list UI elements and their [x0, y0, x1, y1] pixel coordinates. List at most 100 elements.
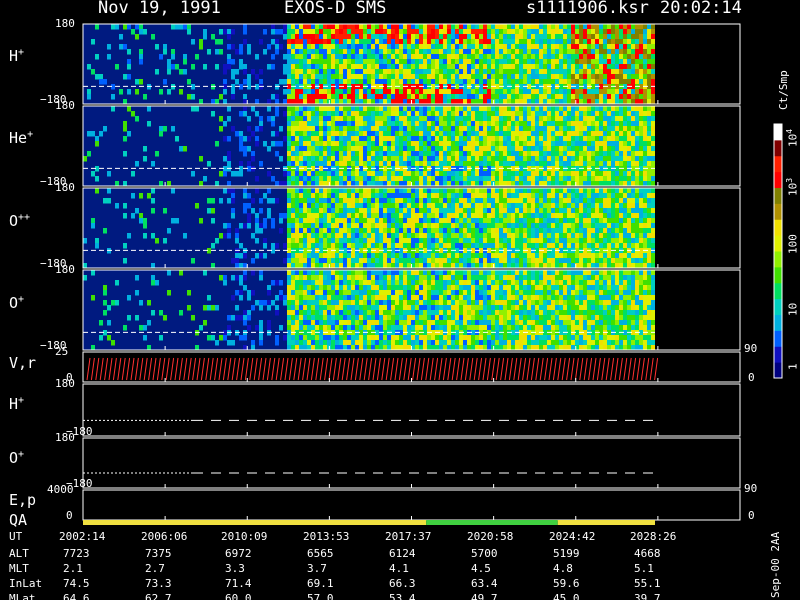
heat-cell [415, 106, 419, 112]
heat-cell [431, 156, 435, 162]
heat-cell [343, 54, 347, 60]
heat-cell [391, 193, 395, 199]
heat-cell [491, 94, 495, 100]
heat-cell [479, 94, 483, 100]
heat-cell [503, 136, 507, 142]
heat-cell [331, 89, 335, 95]
heat-cell [587, 64, 591, 70]
heat-cell [631, 59, 635, 65]
heat-cell [579, 111, 583, 117]
heat-cell [347, 208, 351, 214]
heat-cell [247, 44, 251, 50]
heat-cell [607, 171, 611, 177]
heat-cell [375, 64, 379, 70]
heat-cell [639, 171, 643, 177]
heat-cell [327, 208, 331, 214]
heat-cell [335, 29, 339, 35]
heat-cell [327, 136, 331, 142]
heat-cell [299, 208, 303, 214]
heat-cell [159, 131, 163, 137]
heat-cell [403, 223, 407, 229]
heat-cell [611, 74, 615, 80]
heat-cell [323, 49, 327, 55]
heat-cell [567, 171, 571, 177]
heat-cell [551, 136, 555, 142]
heat-cell [463, 79, 467, 85]
heat-cell [383, 146, 387, 152]
heat-cell [619, 94, 623, 100]
heat-cell [335, 126, 339, 132]
heat-cell [407, 24, 411, 30]
heat-cell [599, 39, 603, 45]
heat-cell [163, 208, 167, 214]
heat-cell [311, 136, 315, 142]
heat-cell [651, 228, 655, 234]
heat-cell [507, 208, 511, 214]
heat-cell [483, 208, 487, 214]
heat-cell [519, 136, 523, 142]
heat-cell [211, 34, 215, 40]
heat-cell [591, 171, 595, 177]
heat-cell [415, 176, 419, 182]
heat-cell [639, 176, 643, 182]
heat-cell [487, 89, 491, 95]
heat-cell [555, 161, 559, 167]
heat-cell [631, 24, 635, 30]
heat-cell [435, 24, 439, 30]
plot-window: Nov 19, 1991 EXOS-D SMS s1111906.ksr 20:… [0, 0, 800, 600]
heat-cell [539, 238, 543, 244]
heat-cell [443, 89, 447, 95]
heat-cell [243, 253, 247, 259]
heat-cell [471, 141, 475, 147]
heat-cell [395, 141, 399, 147]
heat-cell [419, 228, 423, 234]
heat-cell [407, 126, 411, 132]
heat-cell [627, 223, 631, 229]
heat-cell [439, 79, 443, 85]
heat-cell [255, 54, 259, 60]
heat-cell [283, 89, 287, 95]
heat-cell [343, 243, 347, 249]
heat-cell [623, 136, 627, 142]
heat-cell [511, 161, 515, 167]
heat-cell [543, 49, 547, 55]
heat-cell [303, 233, 307, 239]
heat-cell [515, 141, 519, 147]
heat-cell [651, 34, 655, 40]
heat-cell [191, 39, 195, 45]
heat-cell [467, 228, 471, 234]
heat-cell [375, 79, 379, 85]
heat-cell [355, 121, 359, 127]
heat-cell [183, 146, 187, 152]
heat-cell [427, 161, 431, 167]
heat-cell [595, 116, 599, 122]
heat-cell [603, 89, 607, 95]
heat-cell [231, 188, 235, 194]
heat-cell [423, 213, 427, 219]
heat-cell [611, 59, 615, 65]
heat-cell [411, 74, 415, 80]
heat-cell [523, 198, 527, 204]
heat-cell [487, 126, 491, 132]
heat-cell [395, 94, 399, 100]
heat-cell [563, 188, 567, 194]
heat-cell [291, 74, 295, 80]
heat-cell [331, 54, 335, 60]
heat-cell [419, 161, 423, 167]
heat-cell [419, 89, 423, 95]
heat-cell [487, 116, 491, 122]
heat-cell [399, 24, 403, 30]
heat-cell [603, 136, 607, 142]
heat-cell [363, 161, 367, 167]
heat-cell [603, 203, 607, 209]
heat-cell [223, 29, 227, 35]
heat-cell [427, 223, 431, 229]
heat-cell [555, 151, 559, 157]
heat-cell [419, 176, 423, 182]
heat-cell [511, 258, 515, 264]
heat-cell [163, 315, 167, 321]
heat-cell [591, 131, 595, 137]
heat-cell [623, 49, 627, 55]
heat-cell [387, 131, 391, 137]
heat-cell [359, 89, 363, 95]
